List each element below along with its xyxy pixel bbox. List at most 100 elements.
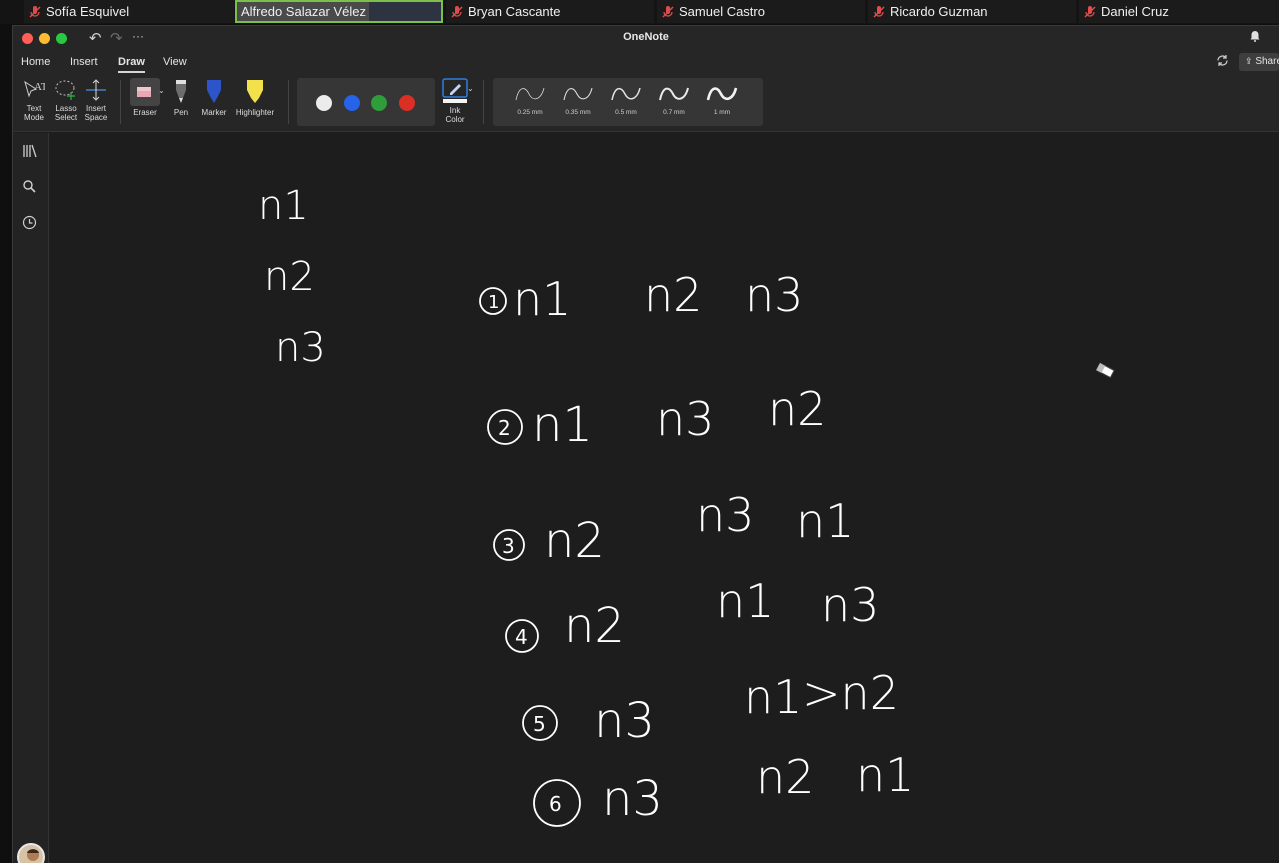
participant-tile[interactable]: Daniel Cruz bbox=[1079, 0, 1279, 23]
tab-draw[interactable]: Draw bbox=[118, 56, 145, 73]
notebooks-icon[interactable] bbox=[22, 143, 38, 162]
stroke-thickness-group: 0.25 mm 0.35 mm 0.5 mm 0.7 mm 1 mm bbox=[493, 78, 763, 126]
eraser-button[interactable]: Eraser bbox=[127, 78, 163, 117]
participant-strip: Sofía Esquivel Alfredo Salazar Vélez Bry… bbox=[0, 0, 1279, 24]
user-avatar[interactable] bbox=[17, 843, 45, 863]
stroke-0-25mm[interactable]: 0.25 mm bbox=[510, 82, 550, 116]
color-swatch-red[interactable] bbox=[399, 95, 415, 111]
ink-row-number: 4 bbox=[515, 625, 528, 649]
text-mode-label: Text Mode bbox=[23, 104, 44, 122]
color-swatch-blue[interactable] bbox=[344, 95, 360, 111]
ink-row-number: 5 bbox=[533, 712, 546, 736]
participant-tile[interactable]: Bryan Cascante bbox=[446, 0, 654, 23]
drawing-canvas[interactable]: n1 n2 n3 1 n1 n2 n3 2 n1 n3 n2 3 n2 n3 n… bbox=[50, 133, 1279, 863]
ink-row-number: 2 bbox=[498, 416, 511, 440]
ink-color-icon bbox=[442, 78, 468, 103]
insert-space-label: Insert Space bbox=[84, 104, 108, 122]
ink-drawing: n1 n2 n3 1 n1 n2 n3 2 n1 n3 n2 3 n2 n3 n… bbox=[258, 183, 1115, 827]
insert-space-button[interactable]: Insert Space bbox=[83, 78, 109, 122]
menu-bar: Home Insert Draw View ⇪ Share bbox=[13, 50, 1279, 74]
ink-color-dropdown-chevron-icon[interactable]: ⌄ bbox=[467, 84, 474, 93]
ink-row-number: 3 bbox=[502, 534, 515, 558]
share-label: Share bbox=[1255, 56, 1279, 67]
ink-term: n3 bbox=[656, 392, 714, 446]
tab-insert[interactable]: Insert bbox=[70, 56, 98, 68]
marker-label: Marker bbox=[201, 108, 227, 117]
eraser-label: Eraser bbox=[133, 108, 157, 117]
pen-button[interactable]: Pen bbox=[169, 78, 193, 117]
stroke-0-35mm[interactable]: 0.35 mm bbox=[558, 82, 598, 116]
ink-term: n3 bbox=[696, 488, 754, 542]
notifications-bell-icon[interactable] bbox=[1249, 30, 1261, 45]
tab-home[interactable]: Home bbox=[21, 56, 50, 68]
ink-term: >n2 bbox=[802, 666, 899, 720]
color-swatch-white[interactable] bbox=[316, 95, 332, 111]
ink-list-item: n2 bbox=[264, 254, 315, 300]
stroke-label: 0.25 mm bbox=[517, 109, 543, 116]
ink-term: n2 bbox=[564, 598, 625, 654]
participant-tile-active[interactable]: Alfredo Salazar Vélez bbox=[235, 0, 443, 23]
participant-tile[interactable]: Sofía Esquivel bbox=[24, 0, 234, 23]
stroke-label: 1 mm bbox=[713, 109, 731, 116]
participant-video-thumb bbox=[369, 2, 441, 21]
participant-tile[interactable]: Samuel Castro bbox=[657, 0, 865, 23]
ink-term: n1 bbox=[513, 272, 571, 326]
stroke-1mm[interactable]: 1 mm bbox=[702, 82, 742, 116]
ink-term: n1 bbox=[716, 574, 774, 628]
ink-row-number: 1 bbox=[488, 292, 499, 313]
eraser-dropdown-chevron-icon[interactable]: ⌄ bbox=[158, 86, 165, 95]
participant-name: Bryan Cascante bbox=[468, 4, 561, 19]
ink-list-item: n3 bbox=[275, 325, 326, 371]
stroke-squiggle-icon bbox=[563, 87, 593, 101]
ink-term: n3 bbox=[602, 771, 663, 827]
marker-button[interactable]: Marker bbox=[199, 78, 229, 117]
search-icon[interactable] bbox=[22, 179, 36, 196]
marker-icon bbox=[207, 80, 221, 103]
highlighter-button[interactable]: Highlighter bbox=[231, 78, 279, 117]
app-title: OneNote bbox=[623, 31, 669, 43]
mic-muted-icon bbox=[1084, 5, 1096, 18]
participant-name: Daniel Cruz bbox=[1101, 4, 1169, 19]
highlighter-label: Highlighter bbox=[235, 108, 275, 117]
stroke-squiggle-icon bbox=[659, 87, 689, 101]
lasso-select-button[interactable]: Lasso Select bbox=[53, 78, 79, 122]
lasso-icon bbox=[55, 80, 75, 100]
ribbon-separator bbox=[120, 80, 121, 124]
ink-term: n2 bbox=[644, 268, 702, 322]
sync-icon[interactable] bbox=[1216, 54, 1229, 70]
ribbon-separator bbox=[288, 80, 289, 124]
stroke-squiggle-icon bbox=[515, 87, 545, 101]
text-mode-button[interactable]: AT Text Mode bbox=[22, 78, 46, 122]
ink-term: n1 bbox=[856, 748, 914, 802]
eraser-tool-highlight bbox=[130, 78, 160, 106]
stroke-label: 0.35 mm bbox=[565, 109, 591, 116]
participant-name: Samuel Castro bbox=[679, 4, 765, 19]
participant-name: Sofía Esquivel bbox=[46, 4, 130, 19]
ink-term: n2 bbox=[756, 750, 814, 804]
ink-row-number: 6 bbox=[549, 792, 562, 816]
stroke-squiggle-icon bbox=[611, 87, 641, 101]
insert-space-icon bbox=[86, 79, 106, 101]
ink-term: n3 bbox=[745, 268, 803, 322]
lasso-select-label: Lasso Select bbox=[54, 104, 78, 122]
navigation-sidebar bbox=[13, 133, 49, 863]
color-swatch-green[interactable] bbox=[371, 95, 387, 111]
stroke-label: 0.7 mm bbox=[663, 109, 685, 116]
onenote-window: ↶ ↷ ··· OneNote Home Insert Draw View ⇪ … bbox=[12, 25, 1279, 863]
participant-tile[interactable]: Ricardo Guzman bbox=[868, 0, 1076, 23]
stroke-label: 0.5 mm bbox=[615, 109, 637, 116]
participant-name: Ricardo Guzman bbox=[890, 4, 988, 19]
text-mode-icon: AT bbox=[24, 80, 45, 98]
mic-muted-icon bbox=[873, 5, 885, 18]
ink-term: n1 bbox=[796, 494, 854, 548]
color-swatch-group bbox=[297, 78, 435, 126]
ribbon-separator bbox=[483, 80, 484, 124]
stroke-0-7mm[interactable]: 0.7 mm bbox=[654, 82, 694, 116]
ink-term: n2 bbox=[544, 513, 605, 569]
share-button[interactable]: ⇪ Share bbox=[1239, 53, 1279, 71]
stroke-0-5mm[interactable]: 0.5 mm bbox=[606, 82, 646, 116]
pen-icon bbox=[176, 80, 186, 103]
tab-view[interactable]: View bbox=[163, 56, 187, 68]
ink-term: n1 bbox=[532, 397, 593, 453]
recent-notes-clock-icon[interactable] bbox=[22, 215, 37, 233]
